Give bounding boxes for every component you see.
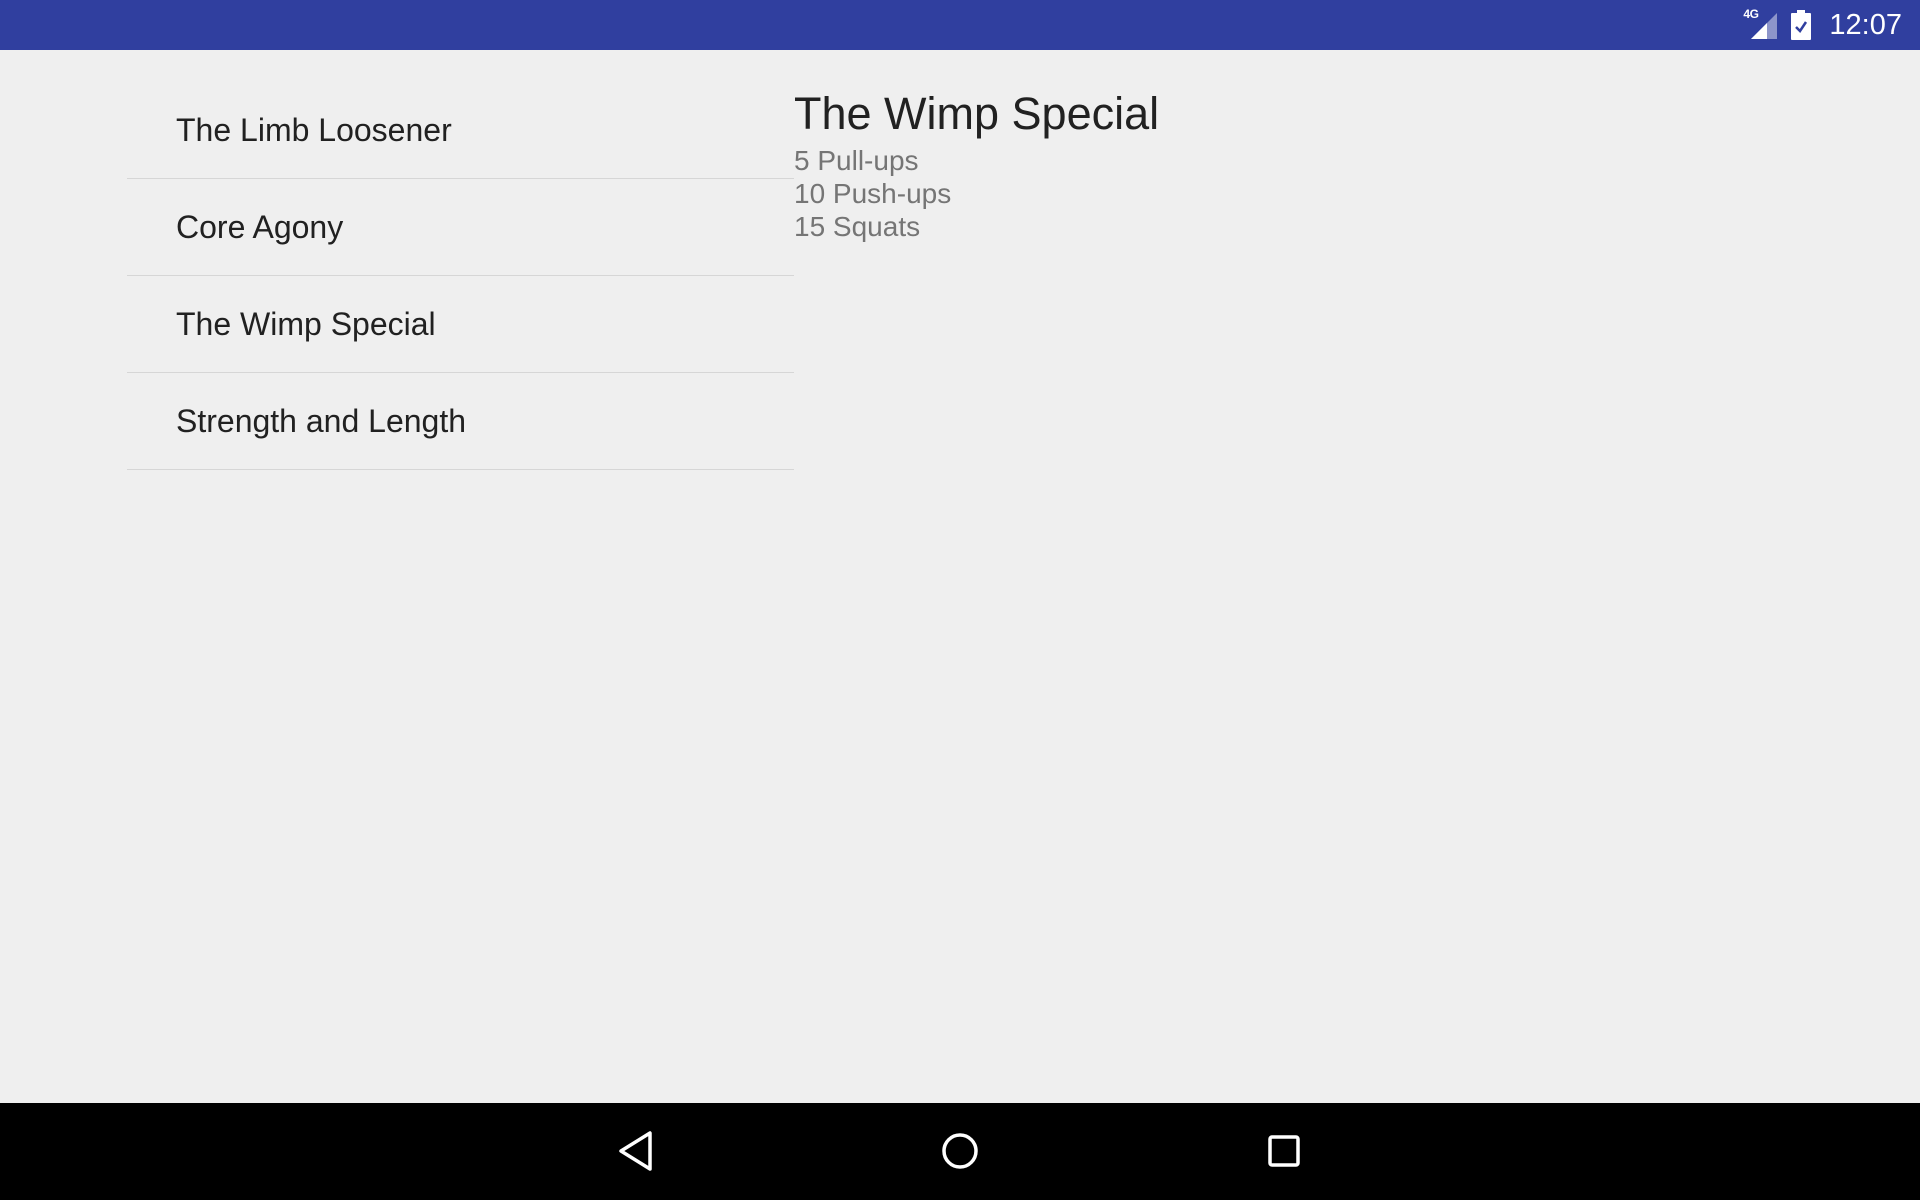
- exercise-line: 10 Push-ups: [794, 178, 952, 209]
- workout-title: The Wimp Special: [794, 88, 1160, 139]
- list-item-label: The Limb Loosener: [176, 111, 452, 148]
- list-item-the-limb-loosener[interactable]: The Limb Loosener: [127, 82, 794, 179]
- status-bar: 4G 12:07: [0, 0, 1920, 50]
- home-button[interactable]: [932, 1123, 988, 1179]
- list-item-the-wimp-special[interactable]: The Wimp Special: [127, 276, 794, 373]
- list-item-label: The Wimp Special: [176, 305, 436, 342]
- recents-button[interactable]: [1256, 1123, 1312, 1179]
- exercise-line: 15 Squats: [794, 211, 921, 242]
- list-item-core-agony[interactable]: Core Agony: [127, 179, 794, 276]
- back-icon: [619, 1131, 652, 1171]
- list-item-label: Strength and Length: [176, 402, 467, 439]
- battery-icon: [1791, 10, 1812, 40]
- workout-list: The Limb Loosener Core Agony The Wimp Sp…: [127, 82, 794, 470]
- navigation-bar: [0, 1103, 1920, 1200]
- back-button[interactable]: [608, 1123, 664, 1179]
- list-item-label: Core Agony: [176, 208, 344, 245]
- exercise-line: 5 Pull-ups: [794, 145, 919, 176]
- workout-detail: The Wimp Special 5 Pull-ups 10 Push-ups …: [794, 88, 1159, 243]
- clock-time: 12:07: [1829, 8, 1902, 41]
- main-content: The Limb Loosener Core Agony The Wimp Sp…: [0, 50, 1920, 1103]
- network-type-label: 4G: [1743, 7, 1759, 21]
- recents-icon: [1268, 1135, 1300, 1167]
- home-icon: [942, 1133, 978, 1169]
- list-item-strength-and-length[interactable]: Strength and Length: [127, 373, 794, 470]
- signal-icon: 4G: [1743, 7, 1778, 39]
